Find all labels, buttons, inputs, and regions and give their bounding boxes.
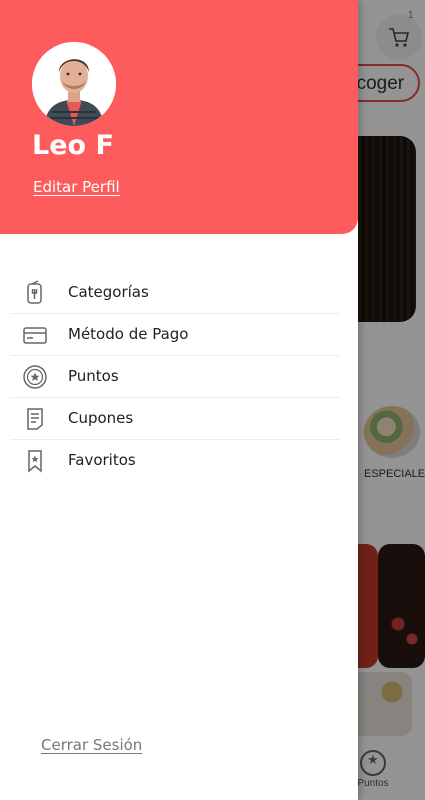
- menu-item-categorias[interactable]: Categorías: [10, 272, 340, 314]
- menu-item-label: Cupones: [68, 409, 134, 427]
- credit-card-icon: [23, 327, 47, 344]
- user-photo: [32, 42, 116, 126]
- drawer-menu: Categorías Método de Pago Puntos Cupones…: [10, 272, 340, 482]
- menu-item-favoritos[interactable]: Favoritos: [10, 440, 340, 482]
- avatar[interactable]: [32, 42, 116, 126]
- menu-item-puntos[interactable]: Puntos: [10, 356, 340, 398]
- navigation-drawer: Leo F Editar Perfil Categorías Método de…: [0, 0, 358, 800]
- menu-item-label: Categorías: [68, 283, 149, 301]
- menu-item-metodo-de-pago[interactable]: Método de Pago: [10, 314, 340, 356]
- coupon-icon: [27, 408, 43, 430]
- user-name: Leo F: [32, 130, 114, 161]
- drawer-header: Leo F Editar Perfil: [0, 0, 358, 234]
- menu-item-cupones[interactable]: Cupones: [10, 398, 340, 440]
- points-star-icon: [23, 365, 47, 389]
- menu-item-label: Puntos: [68, 367, 119, 385]
- logout-link[interactable]: Cerrar Sesión: [41, 736, 142, 754]
- edit-profile-link[interactable]: Editar Perfil: [33, 178, 120, 196]
- category-icon: [27, 280, 42, 304]
- menu-item-label: Método de Pago: [68, 325, 189, 343]
- bookmark-icon: [28, 450, 42, 473]
- menu-item-label: Favoritos: [68, 451, 136, 469]
